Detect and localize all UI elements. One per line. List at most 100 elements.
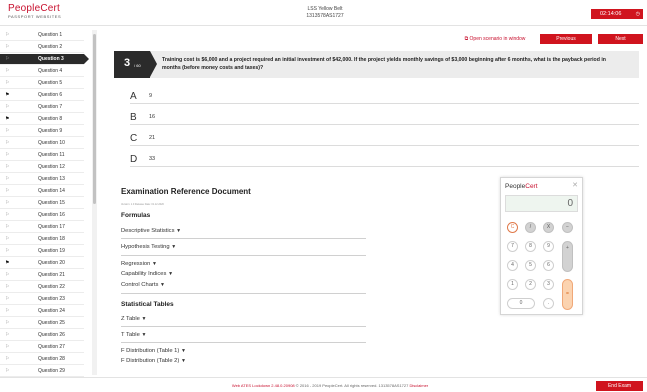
sidebar-item-question[interactable]: ⚐ Question 4 (0, 66, 84, 77)
formula-link-regression[interactable]: Regression ▼ (121, 261, 157, 267)
calc-key-clear[interactable]: C (507, 222, 518, 233)
calc-key-9[interactable]: 9 (543, 241, 554, 252)
sidebar-item-question[interactable]: ⚑ Question 6 (0, 90, 84, 101)
calc-key-minus[interactable]: − (562, 222, 573, 233)
calc-key-8[interactable]: 8 (525, 241, 536, 252)
flag-icon[interactable]: ⚐ (5, 78, 9, 89)
flag-icon[interactable]: ⚐ (5, 42, 9, 53)
calc-key-6[interactable]: 6 (543, 260, 554, 271)
flag-icon[interactable]: ⚐ (5, 54, 9, 65)
calc-key-7[interactable]: 7 (507, 241, 518, 252)
sidebar-scrollbar[interactable] (92, 30, 97, 375)
flag-icon[interactable]: ⚐ (5, 294, 9, 305)
flag-icon[interactable]: ⚐ (5, 342, 9, 353)
table-link-z[interactable]: Z Table ▼ (121, 316, 146, 322)
flag-icon[interactable]: ⚑ (5, 114, 9, 125)
sidebar-item-question[interactable]: ⚐ Question 10 (0, 138, 84, 149)
flag-icon[interactable]: ⚐ (5, 126, 9, 137)
flag-icon[interactable]: ⚑ (5, 258, 9, 269)
sidebar-item-question[interactable]: ⚐ Question 2 (0, 42, 84, 53)
formula-link-capability-indices[interactable]: Capability Indices ▼ (121, 271, 173, 277)
sidebar-item-question[interactable]: ⚐ Question 11 (0, 150, 84, 161)
question-number-badge: 3 / 60 (114, 51, 157, 78)
flag-icon[interactable]: ⚐ (5, 66, 9, 77)
sidebar-item-question[interactable]: ⚐ Question 22 (0, 282, 84, 293)
table-link-t[interactable]: T Table ▼ (121, 332, 146, 338)
calc-key-0[interactable]: 0 (507, 298, 535, 309)
sidebar-item-question[interactable]: ⚐ Question 29 (0, 366, 84, 377)
flag-icon[interactable]: ⚐ (5, 102, 9, 113)
sidebar-item-question[interactable]: ⚐ Question 27 (0, 342, 84, 353)
sidebar-item-question[interactable]: ⚐ Question 23 (0, 294, 84, 305)
end-exam-button[interactable]: End Exam (596, 381, 643, 391)
sidebar-item-question[interactable]: ⚐ Question 3 (0, 54, 89, 65)
calc-key-5[interactable]: 5 (525, 260, 536, 271)
sidebar-item-question[interactable]: ⚐ Question 19 (0, 246, 84, 257)
flag-icon[interactable]: ⚐ (5, 234, 9, 245)
formula-link-control-charts[interactable]: Control Charts ▼ (121, 282, 165, 288)
sidebar-item-question[interactable]: ⚐ Question 12 (0, 162, 84, 173)
sidebar-item-question[interactable]: ⚐ Question 7 (0, 102, 84, 113)
sidebar-item-question[interactable]: ⚐ Question 28 (0, 354, 84, 365)
flag-icon[interactable]: ⚐ (5, 174, 9, 185)
calculator[interactable]: PeopleCert ✕ 0 C / X − 7 8 9 +4 5 6 1 2 3 = 0. (500, 177, 583, 315)
flag-icon[interactable]: ⚐ (5, 306, 9, 317)
disclaimer-link[interactable]: Disclaimer (409, 383, 428, 388)
sidebar-item-question[interactable]: ⚐ Question 26 (0, 330, 84, 341)
flag-icon[interactable]: ⚐ (5, 318, 9, 329)
sidebar-item-question[interactable]: ⚐ Question 9 (0, 126, 84, 137)
calc-key-multiply[interactable]: X (543, 222, 554, 233)
answer-option[interactable]: D 33 (130, 152, 639, 167)
sidebar-item-question[interactable]: ⚐ Question 1 (0, 30, 84, 41)
calc-key-3[interactable]: 3 (543, 279, 554, 290)
calc-key-decimal[interactable]: . (543, 298, 554, 309)
sidebar-item-question[interactable]: ⚑ Question 20 (0, 258, 84, 269)
scrollbar-thumb[interactable] (93, 34, 96, 204)
sidebar-item-question[interactable]: ⚐ Question 13 (0, 174, 84, 185)
calc-key-divide[interactable]: / (525, 222, 536, 233)
sidebar-item-question[interactable]: ⚐ Question 16 (0, 210, 84, 221)
flag-icon[interactable]: ⚐ (5, 150, 9, 161)
flag-icon[interactable]: ⚐ (5, 138, 9, 149)
sidebar-item-question[interactable]: ⚐ Question 24 (0, 306, 84, 317)
sidebar-item-question[interactable]: ⚐ Question 17 (0, 222, 84, 233)
answer-option[interactable]: A9 (130, 89, 639, 104)
calc-key-plus[interactable]: + (562, 241, 573, 272)
close-icon[interactable]: ✕ (572, 181, 578, 189)
table-link-f2[interactable]: F Distribution (Table 2) ▼ (121, 358, 186, 364)
sidebar-item-question[interactable]: ⚐ Question 25 (0, 318, 84, 329)
sidebar-item-question[interactable]: ⚐ Question 18 (0, 234, 84, 245)
sidebar-item-question[interactable]: ⚑ Question 8 (0, 114, 84, 125)
flag-icon[interactable]: ⚐ (5, 354, 9, 365)
flag-icon[interactable]: ⚐ (5, 198, 9, 209)
sidebar-item-question[interactable]: ⚐ Question 15 (0, 198, 84, 209)
flag-icon[interactable]: ⚐ (5, 246, 9, 257)
calc-key-1[interactable]: 1 (507, 279, 518, 290)
answer-option[interactable]: C 21 (130, 131, 639, 146)
calc-key-equals[interactable]: = (562, 279, 573, 310)
previous-button[interactable]: Previous (540, 34, 592, 44)
calc-key-2[interactable]: 2 (525, 279, 536, 290)
flag-icon[interactable]: ⚐ (5, 30, 9, 41)
tables-heading: Statistical Tables (121, 301, 174, 308)
flag-icon[interactable]: ⚐ (5, 270, 9, 281)
flag-icon[interactable]: ⚑ (5, 90, 9, 101)
flag-icon[interactable]: ⚐ (5, 210, 9, 221)
next-button[interactable]: Next (598, 34, 643, 44)
formula-link-hypothesis-testing[interactable]: Hypothesis Testing ▼ (121, 244, 176, 250)
formula-link-descriptive-statistics[interactable]: Descriptive Statistics ▼ (121, 228, 181, 234)
answer-option[interactable]: B 16 (130, 110, 639, 125)
sidebar-item-question[interactable]: ⚐ Question 21 (0, 270, 84, 281)
sidebar-item-question[interactable]: ⚐ Question 5 (0, 78, 84, 89)
flag-icon[interactable]: ⚐ (5, 366, 9, 377)
sidebar-item-question[interactable]: ⚐ Question 14 (0, 186, 84, 197)
flag-icon[interactable]: ⚐ (5, 282, 9, 293)
table-link-f1[interactable]: F Distribution (Table 1) ▼ (121, 348, 186, 354)
calc-key-4[interactable]: 4 (507, 260, 518, 271)
flag-icon[interactable]: ⚐ (5, 186, 9, 197)
flag-icon[interactable]: ⚐ (5, 222, 9, 233)
flag-icon[interactable]: ⚐ (5, 162, 9, 173)
sidebar-item-label: Question 7 (38, 104, 63, 110)
flag-icon[interactable]: ⚐ (5, 330, 9, 341)
open-scenario-button[interactable]: ⧉ Open scenario in window (458, 34, 532, 44)
